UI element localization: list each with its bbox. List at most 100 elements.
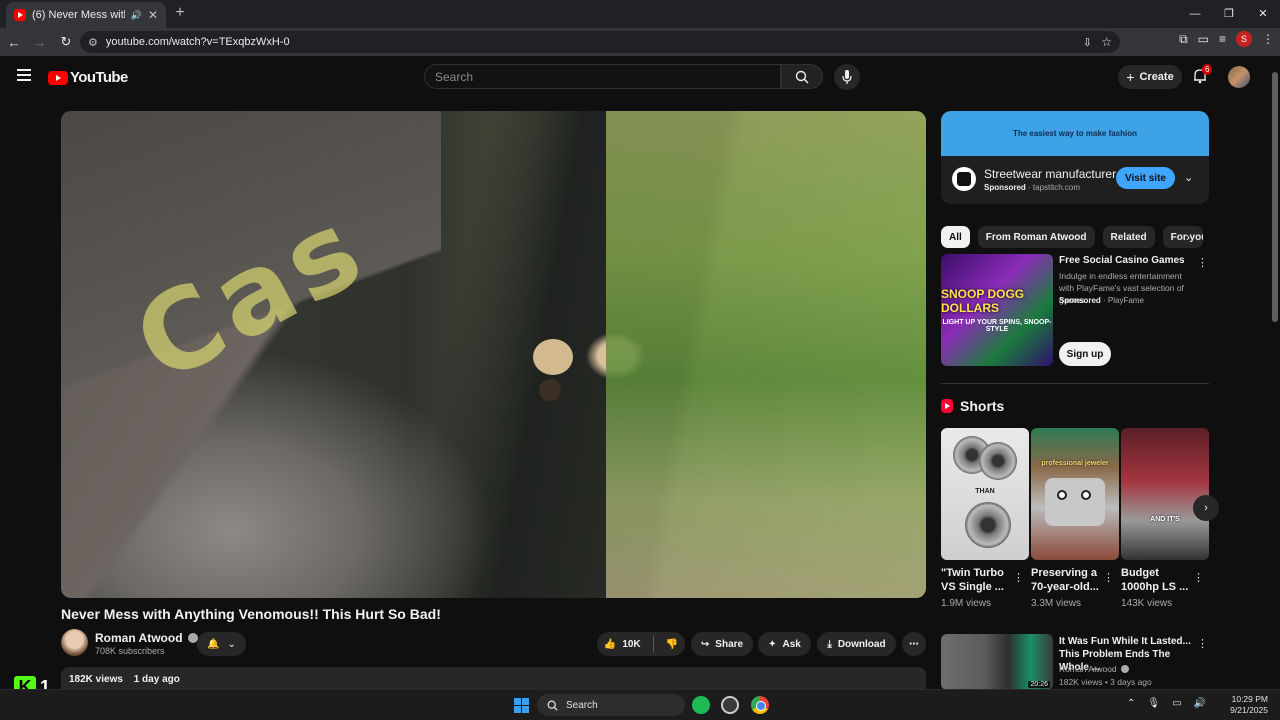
split-view-icon[interactable]: ▭ [1198,32,1209,46]
youtube-logo[interactable]: YouTube [48,69,128,86]
site-info-icon[interactable]: ⚙ [88,36,98,49]
search-icon [795,70,809,83]
extensions-icon[interactable]: ⧉ [1179,32,1188,47]
more-actions-button[interactable]: ⋯ [902,632,926,656]
thumbs-down-icon[interactable]: 👎 [666,639,678,650]
kebab-menu-icon[interactable]: ⋮ [1013,571,1024,584]
minimize-button[interactable]: — [1178,0,1212,28]
clock-date: 9/21/2025 [1230,705,1268,715]
create-button[interactable]: + Create [1118,65,1182,89]
short-title[interactable]: Budget 1000hp LS ... [1121,566,1193,594]
chip-related[interactable]: Related [1102,226,1155,248]
casino-ad-sponsor-line: Sponsored · PlayFame [1059,296,1144,305]
microphone-icon [842,70,852,84]
browser-tab[interactable]: (6) Never Mess with Anything Venomous 🔊 … [6,2,166,28]
chip-all[interactable]: All [941,226,970,248]
microphone-tray-icon[interactable]: 🎙 [1147,698,1160,709]
casino-ad-thumbnail[interactable]: SNOOP DOGG DOLLARS LIGHT UP YOUR SPINS, … [941,254,1053,366]
tray-expand-icon[interactable]: ⌃ [1127,698,1135,709]
notifications-button[interactable]: 6 [1192,64,1213,86]
search-input[interactable]: Search [424,64,781,89]
ad-banner[interactable]: The easiest way to make fashion [941,111,1209,156]
eye-shape [1057,490,1067,500]
bookmark-star-icon[interactable]: ☆ [1101,35,1112,49]
install-icon[interactable]: ⇩ [1083,36,1092,49]
chip-for-you[interactable]: For you [1162,226,1203,248]
like-count[interactable]: 10K [622,639,640,650]
reload-button[interactable]: ↻ [54,34,78,50]
profile-avatar[interactable]: S [1236,31,1252,47]
download-button[interactable]: ⤓ Download [817,632,896,656]
recommended-channel[interactable]: Roman Atwood [1059,664,1129,674]
kebab-menu-icon[interactable]: ⋮ [1197,256,1208,269]
taskbar-clock[interactable]: 10:29 PM 9/21/2025 [1230,694,1268,716]
voice-search-button[interactable] [834,64,860,90]
ask-button[interactable]: ✦ Ask [758,632,811,656]
casino-ad-title[interactable]: Free Social Casino Games [1059,255,1185,266]
chip-from-channel[interactable]: From Roman Atwood [977,226,1095,248]
youtube-play-icon [48,70,68,85]
short-thumbnail[interactable]: AND IT'S [1121,428,1209,560]
back-button[interactable]: ← [2,35,26,50]
share-button[interactable]: ↪ Share [691,632,753,656]
close-tab-icon[interactable]: ✕ [148,8,158,22]
subscription-bell-button[interactable]: 🔔 ⌄ [197,632,246,656]
short-thumbnail[interactable]: professional jeweler [1031,428,1119,560]
ad-sponsor-line: Sponsored · tapstitch.com [984,183,1081,192]
windows-start-icon[interactable] [514,698,529,713]
shorts-next-button[interactable]: › [1193,495,1219,521]
forward-button[interactable]: → [28,35,52,50]
ask-label: Ask [782,638,801,650]
kebab-menu-icon[interactable]: ⋮ [1103,571,1114,584]
obs-icon[interactable] [721,696,739,714]
channel-avatar[interactable] [61,629,88,656]
short-views: 143K views [1121,598,1173,609]
kebab-menu-icon[interactable]: ⋮ [1197,637,1208,650]
short-thumbnail[interactable]: THAN [941,428,1029,560]
close-window-button[interactable]: ✕ [1246,0,1280,28]
chevron-down-icon[interactable]: ⌄ [1184,171,1193,184]
thumbs-up-icon[interactable]: 👍 [604,639,616,650]
bell-icon: 🔔 [207,638,220,650]
more-horizontal-icon: ⋯ [909,638,919,650]
like-dislike-group: 👍 10K 👎 [597,632,685,656]
sponsored-ad-card[interactable]: The easiest way to make fashion Streetwe… [941,111,1209,204]
url-field[interactable]: ⚙ youtube.com/watch?v=TExqbzWxH-0 ⇩ ☆ [80,31,1120,53]
volume-icon[interactable]: 🔊 [1194,698,1206,709]
kebab-menu-icon[interactable]: ⋮ [1193,571,1204,584]
media-icon[interactable]: ≡ [1219,32,1226,46]
chevron-down-icon: ⌄ [227,638,236,650]
recommended-meta: 182K views • 3 days ago [1059,677,1152,687]
spotify-icon[interactable] [692,696,710,714]
network-icon[interactable]: ▭ [1172,698,1181,709]
browser-menu-icon[interactable]: ⋮ [1262,32,1274,46]
sponsored-label: Sponsored [1059,296,1101,305]
restore-button[interactable]: ❐ [1212,0,1246,28]
video-player[interactable]: Cas [61,111,926,598]
video-frame-grass [606,111,926,598]
menu-icon[interactable] [17,69,31,81]
page-scrollbar[interactable] [1271,60,1279,688]
create-label: Create [1139,71,1174,83]
ad-title[interactable]: Streetwear manufacturer [984,167,1116,181]
notification-badge: 6 [1202,64,1213,75]
channel-name[interactable]: Roman Atwood [95,631,198,645]
search-button[interactable] [781,64,823,89]
chrome-icon[interactable] [751,696,769,714]
channel-name-text: Roman Atwood [95,631,183,645]
new-tab-button[interactable]: + [170,4,190,22]
youtube-logo-text: YouTube [70,69,128,86]
ad-domain: tapstitch.com [1032,183,1081,192]
visit-site-button[interactable]: Visit site [1116,167,1175,189]
speaker-icon[interactable]: 🔊 [131,10,142,21]
turbo-image [979,442,1017,480]
scrollbar-thumb[interactable] [1272,72,1278,322]
sign-up-button[interactable]: Sign up [1059,342,1111,366]
taskbar-search[interactable]: Search [537,694,685,716]
chevron-right-icon[interactable]: › [1186,230,1190,244]
recommended-video-thumbnail[interactable]: 20:26 [941,634,1053,690]
short-title[interactable]: "Twin Turbo VS Single ... [941,566,1013,594]
search-icon [547,700,558,711]
short-title[interactable]: Preserving a 70-year-old... [1031,566,1103,594]
account-avatar[interactable] [1228,66,1250,88]
